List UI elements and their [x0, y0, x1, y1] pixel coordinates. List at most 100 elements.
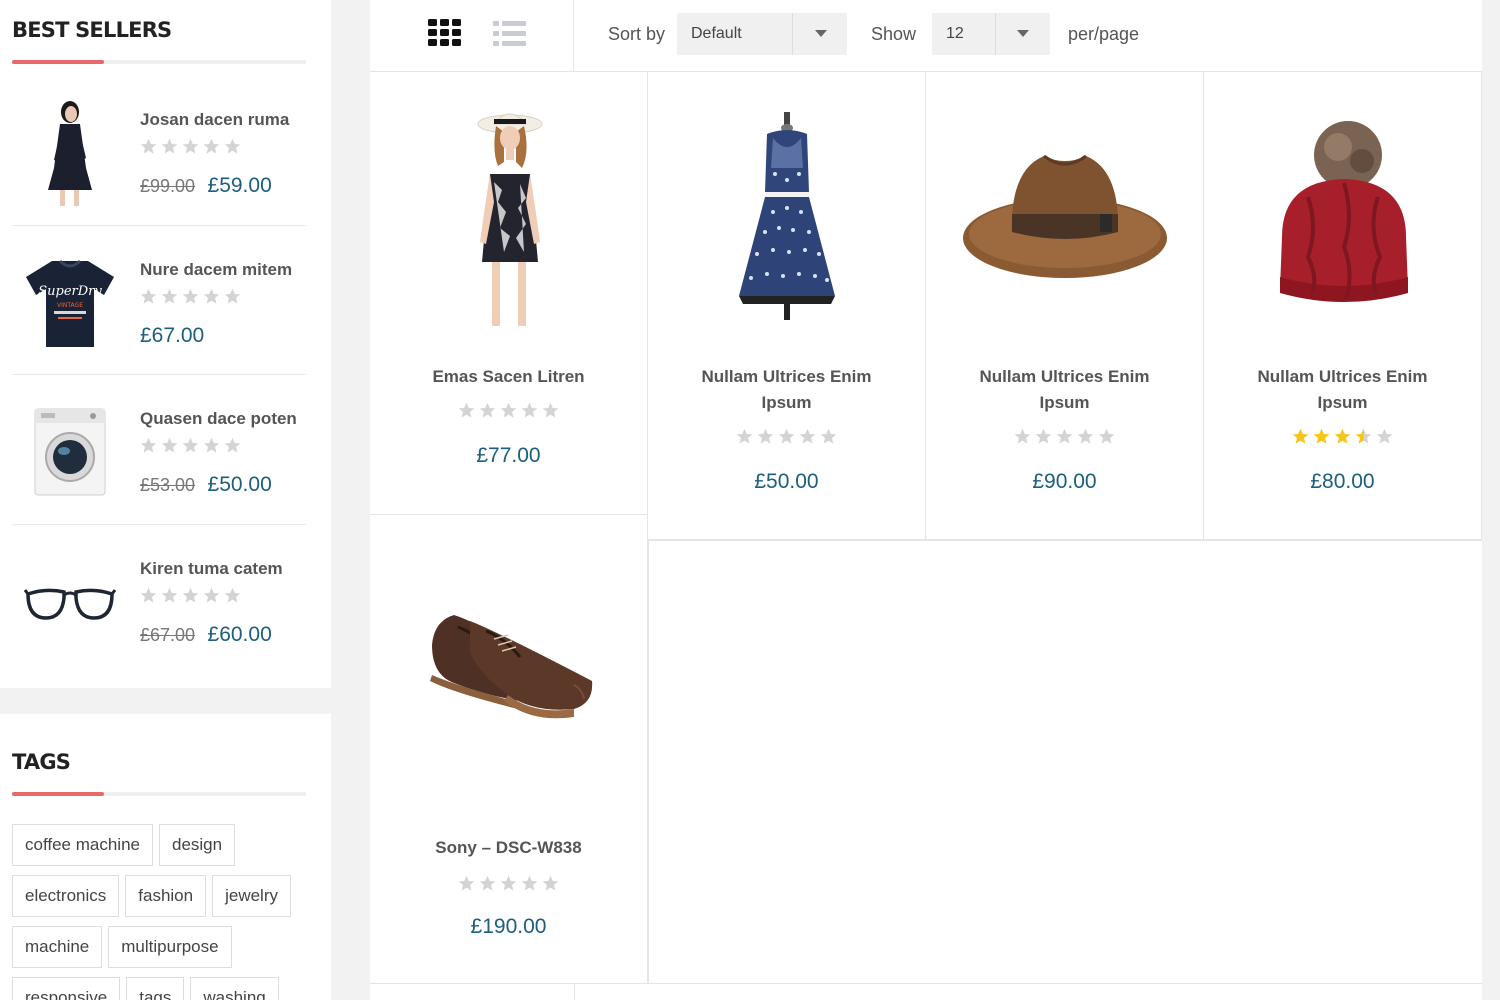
tag-link[interactable]: machine: [12, 926, 103, 968]
star-empty-icon: [161, 138, 178, 155]
star-empty-icon: [182, 587, 199, 604]
product-name[interactable]: Quasen dace poten: [140, 409, 297, 429]
product-name[interactable]: Nullam Ultrices Enim Ipsum: [678, 364, 895, 416]
star-empty-icon: [521, 875, 538, 892]
product-name[interactable]: Sony – DSC-W838: [400, 835, 617, 861]
sort-by-value: Default: [691, 25, 742, 42]
product-name[interactable]: Nure dacem mitem: [140, 260, 292, 280]
star-empty-icon: [1056, 428, 1073, 445]
product-name[interactable]: Emas Sacen Litren: [400, 364, 617, 390]
star-empty-icon: [161, 437, 178, 454]
product-thumbnail-washing-machine[interactable]: [20, 397, 120, 507]
product-card[interactable]: Sony – DSC-W838 £190.00: [370, 515, 648, 983]
tags-widget: Tags coffee machine design electronics f…: [0, 714, 331, 1000]
svg-text:VINTAGE: VINTAGE: [57, 302, 83, 309]
price-group: £67.00: [140, 324, 204, 348]
product-card[interactable]: Emas Sacen Litren £77.00: [370, 72, 648, 515]
product-image-leather-shoes[interactable]: [370, 545, 647, 795]
shop-toolbar: Sort by Default Show 12 per/page: [370, 0, 1482, 72]
sort-by-label: Sort by: [608, 24, 666, 44]
best-sellers-widget: Best Sellers Josan dacen ruma: [0, 0, 331, 688]
title-underline: [12, 60, 306, 64]
star-empty-icon: [458, 875, 475, 892]
star-empty-icon: [161, 587, 178, 604]
product-image-polka-dress[interactable]: [648, 92, 925, 342]
rating-stars: [140, 587, 241, 604]
star-empty-icon: [224, 138, 241, 155]
star-empty-icon: [182, 437, 199, 454]
svg-text:SuperDry: SuperDry: [38, 284, 102, 299]
star-empty-icon: [224, 288, 241, 305]
sidebar: Best Sellers Josan dacen ruma: [0, 0, 331, 1000]
product-thumbnail-tshirt[interactable]: SuperDry VINTAGE: [20, 248, 120, 358]
tag-link[interactable]: coffee machine: [12, 824, 153, 866]
star-empty-icon: [140, 138, 157, 155]
star-empty-icon: [757, 428, 774, 445]
tag-link[interactable]: multipurpose: [108, 926, 232, 968]
product-image-fedora-hat[interactable]: [926, 92, 1203, 342]
star-empty-icon: [542, 875, 559, 892]
list-view-icon[interactable]: [493, 21, 526, 51]
best-seller-item[interactable]: Kiren tuma catem £67.00 £60.00: [12, 525, 306, 675]
per-page-value: 12: [946, 25, 964, 42]
star-empty-icon: [521, 402, 538, 419]
per-page-select[interactable]: 12: [932, 13, 1050, 55]
tag-cloud: coffee machine design electronics fashio…: [12, 824, 312, 1000]
tag-link[interactable]: responsive: [12, 977, 121, 1000]
star-filled-icon: [1334, 428, 1351, 445]
tag-link[interactable]: fashion: [125, 875, 207, 917]
star-empty-icon: [140, 437, 157, 454]
price-group: £99.00 £59.00: [140, 174, 272, 198]
tag-link[interactable]: design: [158, 824, 236, 866]
product-card[interactable]: Nullam Ultrices Enim Ipsum £50.00: [648, 72, 926, 540]
tag-link[interactable]: tags: [126, 977, 185, 1000]
star-empty-icon: [458, 402, 475, 419]
price-group: £67.00 £60.00: [140, 623, 272, 647]
product-listing: Sort by Default Show 12 per/page Emas Sa…: [370, 0, 1482, 1000]
product-thumbnail-eyeglasses[interactable]: [20, 547, 120, 657]
best-seller-item[interactable]: Quasen dace poten £53.00 £50.00: [12, 375, 306, 525]
star-empty-icon: [224, 437, 241, 454]
page-gutter: [1482, 0, 1500, 1000]
product-price: £50.00: [754, 470, 819, 493]
tags-title: Tags: [12, 750, 71, 774]
title-underline: [12, 792, 306, 796]
sort-by-select[interactable]: Default: [677, 13, 847, 55]
tag-link[interactable]: washing: [190, 977, 279, 1000]
star-empty-icon: [140, 288, 157, 305]
best-sellers-list: Josan dacen ruma £99.00 £59.00 SuperDry …: [12, 76, 306, 674]
product-thumbnail-woman-dress[interactable]: [20, 98, 120, 208]
empty-grid-area: [648, 540, 1482, 983]
best-seller-item[interactable]: SuperDry VINTAGE Nure dacem mitem £67.00: [12, 226, 306, 375]
pagination-divider: [370, 983, 1482, 984]
product-name[interactable]: Josan dacen ruma: [140, 110, 289, 130]
star-empty-icon: [1014, 428, 1031, 445]
product-name[interactable]: Kiren tuma catem: [140, 559, 283, 579]
product-image-woman-romper[interactable]: [370, 92, 647, 342]
star-empty-icon: [820, 428, 837, 445]
chevron-down-icon: [1017, 30, 1029, 37]
rating-stars: [926, 428, 1203, 445]
product-price: £190.00: [470, 915, 547, 938]
star-empty-icon: [736, 428, 753, 445]
grid-view-icon[interactable]: [428, 19, 461, 51]
best-seller-item[interactable]: Josan dacen ruma £99.00 £59.00: [12, 76, 306, 226]
product-name[interactable]: Nullam Ultrices Enim Ipsum: [1234, 364, 1451, 416]
star-empty-icon: [1035, 428, 1052, 445]
tag-link[interactable]: jewelry: [212, 875, 291, 917]
tag-link[interactable]: electronics: [12, 875, 120, 917]
product-card[interactable]: Nullam Ultrices Enim Ipsum £80.00: [1204, 72, 1482, 540]
sale-price: £59.00: [207, 174, 272, 197]
star-empty-icon: [161, 288, 178, 305]
star-empty-icon: [500, 402, 517, 419]
product-image-red-beanie[interactable]: [1204, 92, 1481, 342]
rating-stars: [370, 402, 647, 419]
star-filled-icon: [1292, 428, 1309, 445]
product-price: £80.00: [1310, 470, 1375, 493]
star-empty-icon: [182, 138, 199, 155]
product-card[interactable]: Nullam Ultrices Enim Ipsum £90.00: [926, 72, 1204, 540]
star-filled-icon: [1313, 428, 1330, 445]
star-empty-icon: [500, 875, 517, 892]
rating-stars: [140, 138, 241, 155]
product-name[interactable]: Nullam Ultrices Enim Ipsum: [956, 364, 1173, 416]
